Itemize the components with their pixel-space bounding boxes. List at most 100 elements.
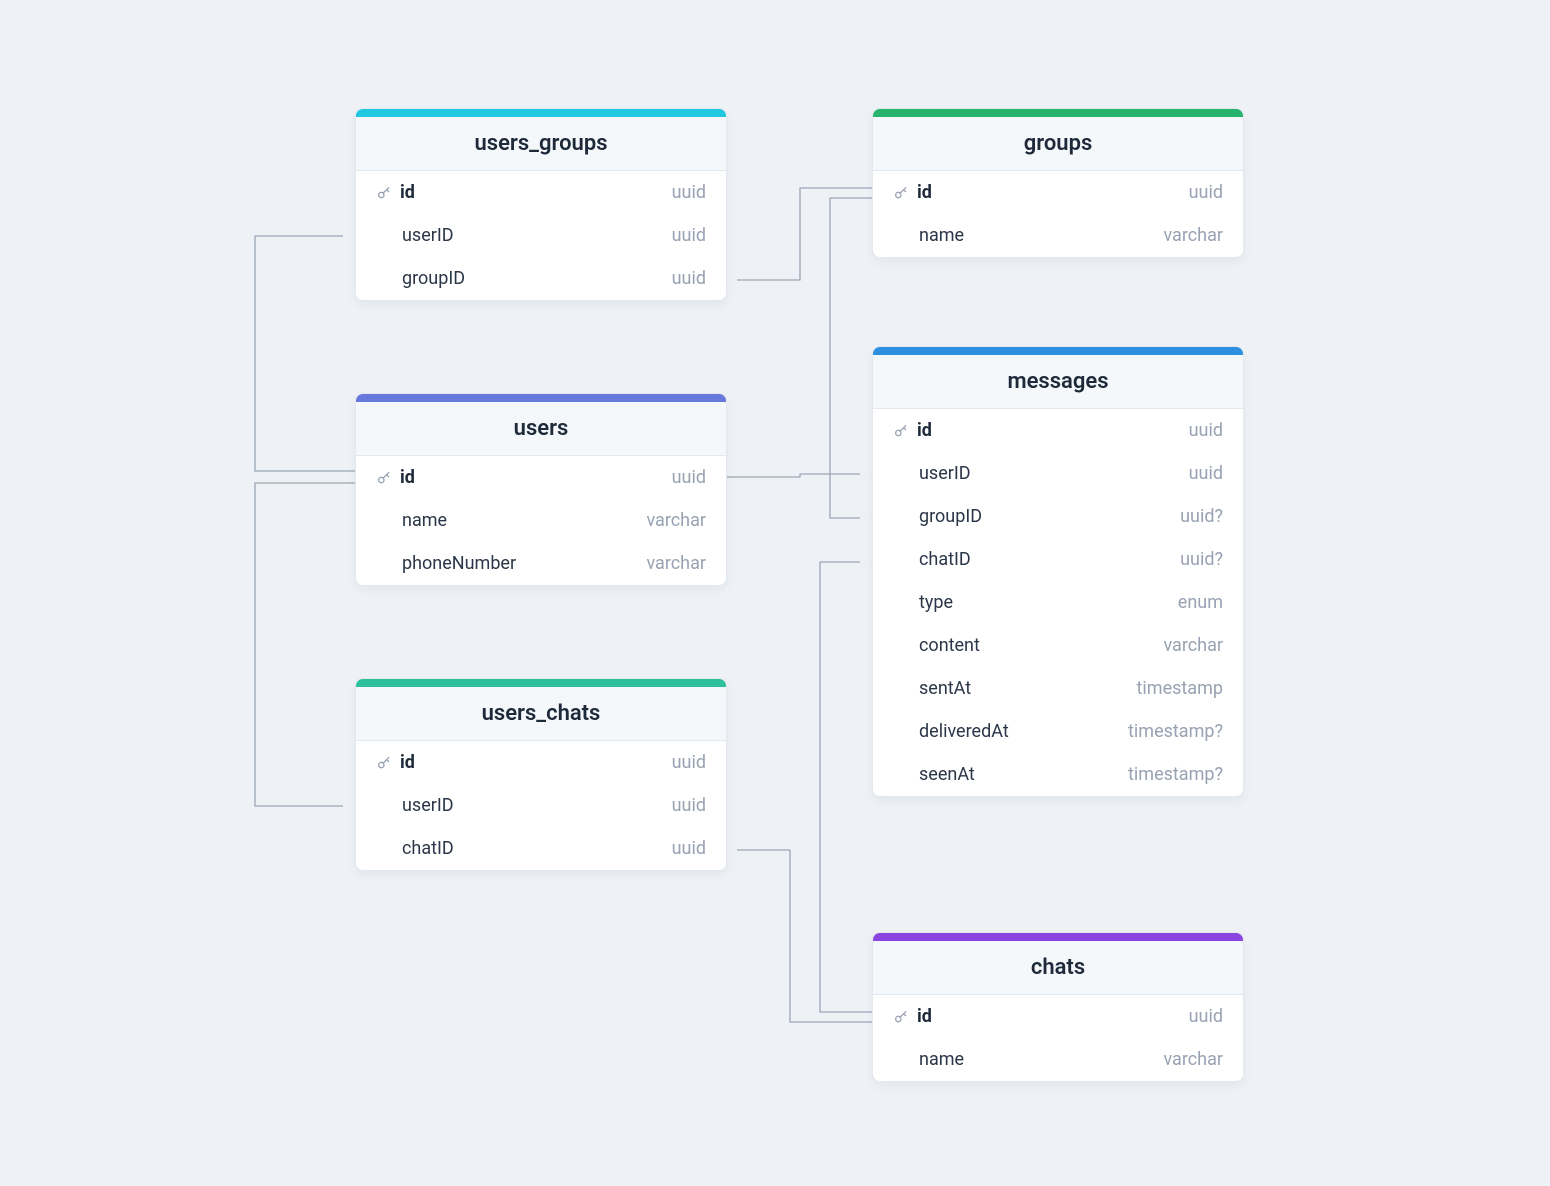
field-type: uuid (672, 467, 706, 488)
field-row[interactable]: chatID uuid? (873, 538, 1243, 581)
table-color-bar (356, 394, 726, 402)
field-name: name (893, 225, 964, 246)
field-row[interactable]: name varchar (873, 1038, 1243, 1081)
table-users_chats[interactable]: users_chatsiduuid userID uuid chatID uuid (355, 678, 727, 871)
field-row[interactable]: userID uuid (873, 452, 1243, 495)
field-type: varchar (1163, 225, 1223, 246)
field-type: varchar (1163, 635, 1223, 656)
field-row[interactable]: sentAttimestamp (873, 667, 1243, 710)
field-type: uuid (672, 795, 706, 816)
field-type: timestamp? (1128, 721, 1223, 742)
field-name: name (893, 1049, 964, 1070)
field-type: uuid (672, 182, 706, 203)
field-name: chatID (376, 838, 454, 859)
table-users[interactable]: users id uuid name varchar phoneNumber varchar (355, 393, 727, 586)
field-type: uuid (1189, 463, 1223, 484)
field-name-text: id (400, 467, 415, 488)
field-type: uuid (1189, 1006, 1223, 1027)
field-name-text: name (402, 510, 447, 531)
table-title: users_chats (356, 687, 726, 741)
erd-canvas: users_groupsiduuiduserIDuuidgroupIDuuidu… (0, 0, 1550, 1186)
field-type: varchar (646, 510, 706, 531)
field-name: groupID (376, 268, 465, 289)
field-row[interactable]: id uuid (356, 171, 726, 214)
field-name-text: deliveredAt (919, 721, 1009, 742)
table-groups[interactable]: groupsiduuid name varchar (872, 108, 1244, 258)
key-icon (376, 185, 392, 201)
field-name: id (376, 467, 415, 488)
table-messages[interactable]: messagesiduuiduserIDuuidgroupIDuuid?chat… (872, 346, 1244, 797)
field-name: id (376, 182, 415, 203)
relation-connector (737, 188, 872, 280)
table-title: users (356, 402, 726, 456)
field-name: id (893, 182, 932, 203)
field-type: uuid (672, 268, 706, 289)
field-row[interactable]: phoneNumber varchar (356, 542, 726, 585)
field-row[interactable]: iduuid (356, 741, 726, 784)
field-name: chatID (893, 549, 971, 570)
field-type: varchar (1163, 1049, 1223, 1070)
field-name: id (376, 752, 415, 773)
field-name-text: id (400, 752, 415, 773)
field-row[interactable]: userID uuid (356, 784, 726, 827)
field-name-text: id (917, 420, 932, 441)
table-chats[interactable]: chats id uuid name varchar (872, 932, 1244, 1082)
field-name: phoneNumber (376, 553, 516, 574)
field-type: uuid? (1180, 549, 1223, 570)
field-name: sentAt (893, 678, 971, 699)
field-row[interactable]: groupID uuid (356, 257, 726, 300)
field-name: id (893, 420, 932, 441)
field-name-text: name (919, 225, 964, 246)
field-row[interactable]: name varchar (356, 499, 726, 542)
key-icon (376, 470, 392, 486)
field-name: id (893, 1006, 932, 1027)
table-users_groups[interactable]: users_groupsiduuiduserIDuuidgroupIDuuid (355, 108, 727, 301)
relation-connector (820, 562, 872, 1012)
field-name-text: userID (919, 463, 971, 484)
field-row[interactable]: groupID uuid? (873, 495, 1243, 538)
field-name-text: chatID (919, 549, 971, 570)
field-type: uuid (672, 225, 706, 246)
field-name: userID (376, 225, 454, 246)
table-title: chats (873, 941, 1243, 995)
field-row[interactable]: iduuid (873, 409, 1243, 452)
field-name-text: type (919, 592, 953, 613)
field-row[interactable]: chatID uuid (356, 827, 726, 870)
field-name-text: userID (402, 795, 454, 816)
table-color-bar (873, 347, 1243, 355)
relation-connector (830, 198, 872, 518)
field-row[interactable]: content varchar (873, 624, 1243, 667)
table-title: groups (873, 117, 1243, 171)
key-icon (893, 423, 909, 439)
field-row[interactable]: deliveredAt timestamp? (873, 710, 1243, 753)
key-icon (893, 185, 909, 201)
field-name-text: content (919, 635, 980, 656)
field-name-text: groupID (402, 268, 465, 289)
field-row[interactable]: typeenum (873, 581, 1243, 624)
field-name: userID (893, 463, 971, 484)
field-row[interactable]: name varchar (873, 214, 1243, 257)
relation-connector (255, 483, 355, 806)
field-row[interactable]: id uuid (356, 456, 726, 499)
field-type: uuid? (1180, 506, 1223, 527)
field-name-text: groupID (919, 506, 982, 527)
field-name-text: id (917, 1006, 932, 1027)
relation-connector (725, 474, 860, 477)
field-name-text: userID (402, 225, 454, 246)
field-name-text: name (919, 1049, 964, 1070)
field-name: groupID (893, 506, 982, 527)
field-name: type (893, 592, 953, 613)
field-name-text: sentAt (919, 678, 971, 699)
field-name-text: id (400, 182, 415, 203)
table-color-bar (356, 679, 726, 687)
table-title: messages (873, 355, 1243, 409)
table-color-bar (873, 933, 1243, 941)
field-name-text: id (917, 182, 932, 203)
field-type: varchar (646, 553, 706, 574)
field-row[interactable]: userID uuid (356, 214, 726, 257)
field-row[interactable]: iduuid (873, 171, 1243, 214)
field-name: seenAt (893, 764, 975, 785)
field-row[interactable]: seenAttimestamp? (873, 753, 1243, 796)
field-row[interactable]: id uuid (873, 995, 1243, 1038)
field-type: uuid (672, 838, 706, 859)
